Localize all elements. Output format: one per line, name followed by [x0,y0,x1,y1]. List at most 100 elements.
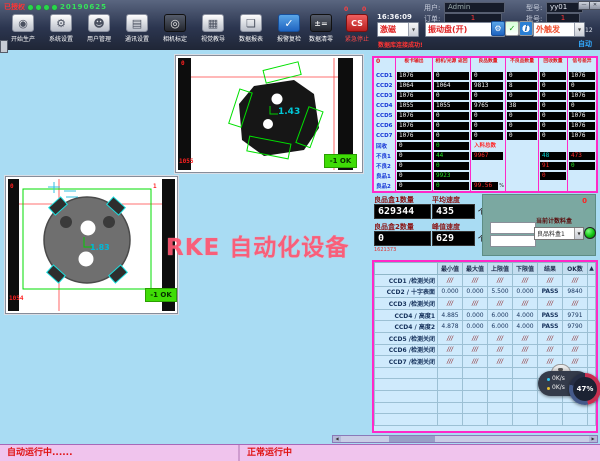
results-cell: 4.885 [438,310,463,322]
user-label: 用户: [424,3,440,13]
results-cell: /// [513,345,538,357]
stats-cell: 9765 [472,102,503,110]
stats-cell: 0 [397,162,431,170]
stats-cell [540,142,566,150]
results-header: OK数 [563,262,588,275]
results-cell [488,414,513,426]
results-cell [563,414,588,426]
stats-cell: 9813 [472,82,503,90]
excitation-value: 激磁 [380,24,396,35]
stats-cell: 0 [397,152,431,160]
info-icon[interactable]: i [519,21,533,36]
stats-cell: 1064 [397,82,431,90]
chevron-down-icon[interactable]: ▼ [408,23,418,36]
toolbar-button-icon: ✓ [278,14,300,32]
floating-monitor-widget[interactable]: 0K/s 0K/s 47% [538,364,600,402]
stats-cell: 0 [507,72,537,80]
stats-row-label: CCD7 [374,131,396,141]
results-row-label: CCD2 / 十字表面 [374,287,438,299]
results-cell: /// [463,356,488,368]
scroll-up-icon[interactable]: ▲ [588,262,596,275]
stats-cell: 1076 [397,122,431,130]
results-corner [374,262,438,275]
stats-cell: 0 [569,82,595,90]
vendor-watermark: RKE 自动化设备 [166,228,349,262]
stats-row-label: 不良1 [374,151,396,161]
stats-cell: 0 [540,172,566,180]
stats-cell: 0 [472,112,503,120]
scroll-left-icon[interactable]: ◀ [333,436,341,442]
close-button[interactable]: ✕ [589,1,600,10]
results-cell: /// [563,333,588,345]
stats-cell [507,162,537,170]
stats-cell: 48 [540,152,566,160]
toolbar-button[interactable]: ❏ 数据报表 [232,14,270,43]
user-field[interactable]: Admin [444,2,505,13]
toolbar-button[interactable]: ◎ 相机标定 [156,14,194,43]
results-cell [513,379,538,391]
results-row-label: CCD6 /检测关闭 [374,345,438,357]
count-input-2[interactable] [490,235,536,247]
panel-grip[interactable] [0,40,8,53]
toolbar-button[interactable]: ☻ 用户管理 [80,14,118,43]
toolbar-button-icon: ⚙ [50,14,72,32]
toolbar-button[interactable]: ▦ 视觉教导 [194,14,232,43]
stats-cell: 1076 [397,132,431,140]
stats-row-label: 良品1 [374,171,396,181]
results-row-label: CCD4 / 高度2 [374,321,438,333]
chevron-down-icon[interactable]: ▼ [574,23,584,36]
gear-icon[interactable]: ⚙ [491,21,505,36]
stats-cell: 1076 [397,72,431,80]
stats-header: 信号差异 [568,58,596,71]
excitation-dropdown[interactable]: 激磁 ▼ [377,22,419,37]
results-cell: /// [438,275,463,287]
stats-row: CCD3 1076 0 0 0 0 1076 [374,91,596,101]
stats-row-label: CCD3 [374,91,396,101]
current-box-select[interactable]: 良品料盒1 ▼ [534,227,584,240]
emergency-stop-label: 紧急停止 [339,34,375,43]
stats-cell: 473 [569,152,595,160]
stats-cell [507,152,537,160]
horizontal-scrollbar[interactable]: ◀ ▶ [332,435,598,443]
check-icon[interactable]: ✓ [505,21,519,36]
stats-cell: 1076 [397,112,431,120]
results-cell [488,391,513,403]
results-cell [463,403,488,415]
data-clear-button[interactable]: ±= 数据清零 [303,14,339,43]
toolbar-button-label: 视觉教导 [194,34,232,43]
top-bar: 已授权 20190625 用户: Admin 型号: yy01 订单: 1 批号… [0,0,600,50]
status-message-left: 自动运行中...... [0,445,240,461]
toolbar-button[interactable]: ◉ 开始生产 [4,14,42,43]
stop-counter-a: 0 [344,6,348,13]
results-header-row: 最小值 最大值 上限值 下限值 结果 OK数 ▲ [374,262,596,275]
results-scroll-gutter [588,310,596,322]
results-cell [463,368,488,380]
toolbar-button-icon: ❏ [240,14,262,32]
stats-body: CCD1 1076 0 0 0 0 1076 CCD2 1064 1064 98… [374,71,596,191]
results-row: CCD5 /检测关闭 /// /// /// /// /// /// [374,333,596,345]
toolbar-button-icon: ☻ [88,14,110,32]
chevron-down-icon[interactable]: ▼ [574,228,583,239]
camera-view-top: 1.43 0 1055 -1 OK [175,55,363,173]
stats-cell [507,182,537,190]
toolbar-button[interactable]: ▤ 通讯设置 [118,14,156,43]
emergency-stop-button[interactable]: CS 紧急停止 [339,14,375,43]
results-cell: /// [438,356,463,368]
stats-row-label: 回收 [374,141,396,151]
count-input-1[interactable] [490,222,536,234]
stats-cell: 0 [434,122,469,130]
scrollbar-thumb[interactable] [389,436,435,442]
results-row: CCD4 / 高度2 4.878 0.000 6.000 4.000 PASS … [374,321,596,333]
stats-cell [472,162,503,170]
result-ok-badge: -1 OK [145,288,177,302]
stats-cell: 0 [434,112,469,120]
stats-header: 不良品数量 [506,58,539,71]
toolbar-button[interactable]: ⚙ 系统设置 [42,14,80,43]
current-box-label: 当前计数料盒 [536,216,572,225]
stats-cell: 0 [434,72,469,80]
stats-cell: 9967 [472,152,503,160]
trigger-dropdown[interactable]: 外触发 ▼ [533,22,585,37]
results-cell: /// [463,298,488,310]
stats-cell: 1076 [569,112,595,120]
scroll-right-icon[interactable]: ▶ [589,436,597,442]
